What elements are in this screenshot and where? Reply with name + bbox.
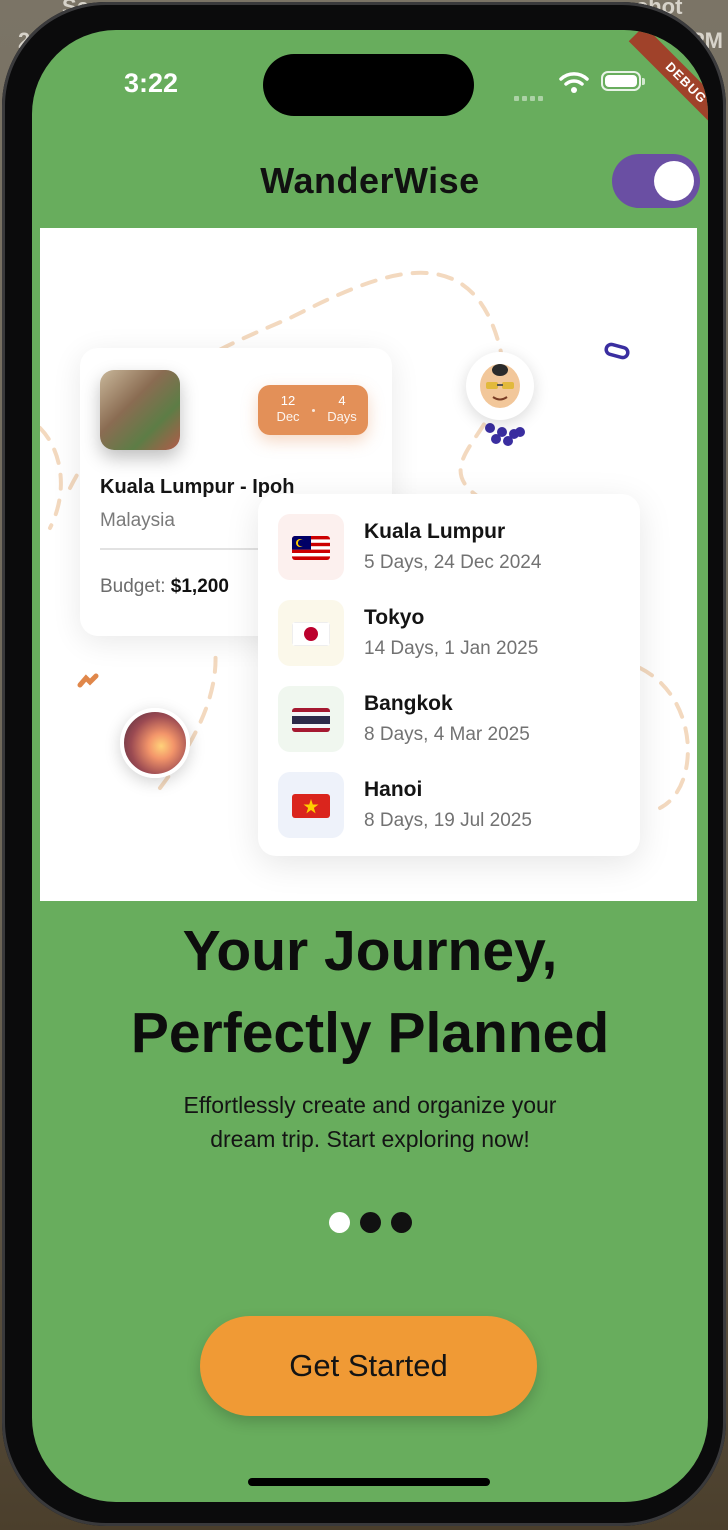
memoji-face xyxy=(480,364,520,408)
date-month: Dec xyxy=(276,409,300,424)
page-dot-2[interactable] xyxy=(359,1212,381,1233)
cellular-signal-icon xyxy=(514,88,546,106)
budget-value: $1,200 xyxy=(170,576,229,597)
app-screen: 3:22 DEBUG WanderWise 12 Dec 4 Days Kual… xyxy=(32,30,708,1502)
vietnam-flag-icon xyxy=(292,794,330,818)
squiggle-decoration xyxy=(77,673,99,688)
destination-name: Tokyo xyxy=(364,606,425,629)
thailand-flag-icon xyxy=(292,708,330,732)
list-item: Kuala Lumpur 5 Days, 24 Dec 2024 xyxy=(278,514,628,584)
malaysia-flag-icon xyxy=(292,536,330,560)
trip-route: Kuala Lumpur - Ipoh xyxy=(100,476,295,498)
avatar xyxy=(466,352,534,420)
trip-budget: Budget: $1,200 xyxy=(100,576,229,597)
ring-decoration xyxy=(604,342,630,360)
destination-name: Bangkok xyxy=(364,692,453,715)
theme-toggle[interactable] xyxy=(612,154,700,208)
toggle-knob xyxy=(654,161,694,201)
onboarding-subtitle: Effortlessly create and organize your dr… xyxy=(32,1088,708,1156)
destination-meta: 5 Days, 24 Dec 2024 xyxy=(364,552,542,573)
destination-name: Kuala Lumpur xyxy=(364,520,506,543)
list-item: Tokyo 14 Days, 1 Jan 2025 xyxy=(278,600,628,670)
dot-cluster-decoration xyxy=(485,423,525,446)
list-item: Bangkok 8 Days, 4 Mar 2025 xyxy=(278,686,628,756)
onboarding-illustration: 12 Dec 4 Days Kuala Lumpur - Ipoh Malaysia… xyxy=(40,228,697,901)
headline-line-2: Perfectly Planned xyxy=(130,1001,610,1065)
app-title: WanderWise xyxy=(260,160,480,201)
wifi-icon xyxy=(559,70,589,99)
destination-meta: 14 Days, 1 Jan 2025 xyxy=(364,638,539,659)
sunset-photo xyxy=(120,708,190,778)
page-indicator xyxy=(32,1212,708,1238)
home-indicator[interactable] xyxy=(248,1478,490,1486)
status-time: 3:22 xyxy=(124,68,179,98)
list-item: Hanoi 8 Days, 19 Jul 2025 xyxy=(278,772,628,842)
trip-photo xyxy=(100,370,180,450)
battery-icon xyxy=(601,71,645,91)
date-badge: 12 Dec 4 Days xyxy=(258,385,368,435)
date-day: 12 xyxy=(280,393,296,408)
destination-meta: 8 Days, 19 Jul 2025 xyxy=(364,810,532,831)
headline-line-1: Your Journey, xyxy=(182,919,558,983)
page-dot-1[interactable] xyxy=(328,1212,350,1233)
days-label: Days xyxy=(327,409,357,424)
dynamic-island xyxy=(263,54,474,116)
onboarding-headline: Your Journey, Perfectly Planned xyxy=(32,910,708,1074)
get-started-button[interactable]: Get Started xyxy=(200,1316,537,1416)
destination-meta: 8 Days, 4 Mar 2025 xyxy=(364,724,530,745)
trip-country: Malaysia xyxy=(100,510,175,531)
days-count: 4 xyxy=(338,393,346,408)
page-dot-3[interactable] xyxy=(390,1212,412,1233)
trip-divider xyxy=(100,548,280,550)
phone-frame: 3:22 DEBUG WanderWise 12 Dec 4 Days Kual… xyxy=(2,2,726,1526)
japan-flag-icon xyxy=(292,622,330,646)
subtitle-line-2: dream trip. Start exploring now! xyxy=(210,1126,530,1152)
subtitle-line-1: Effortlessly create and organize your xyxy=(183,1092,557,1118)
destination-name: Hanoi xyxy=(364,778,423,801)
destination-list-card: Kuala Lumpur 5 Days, 24 Dec 2024 Tokyo 1… xyxy=(258,494,640,856)
